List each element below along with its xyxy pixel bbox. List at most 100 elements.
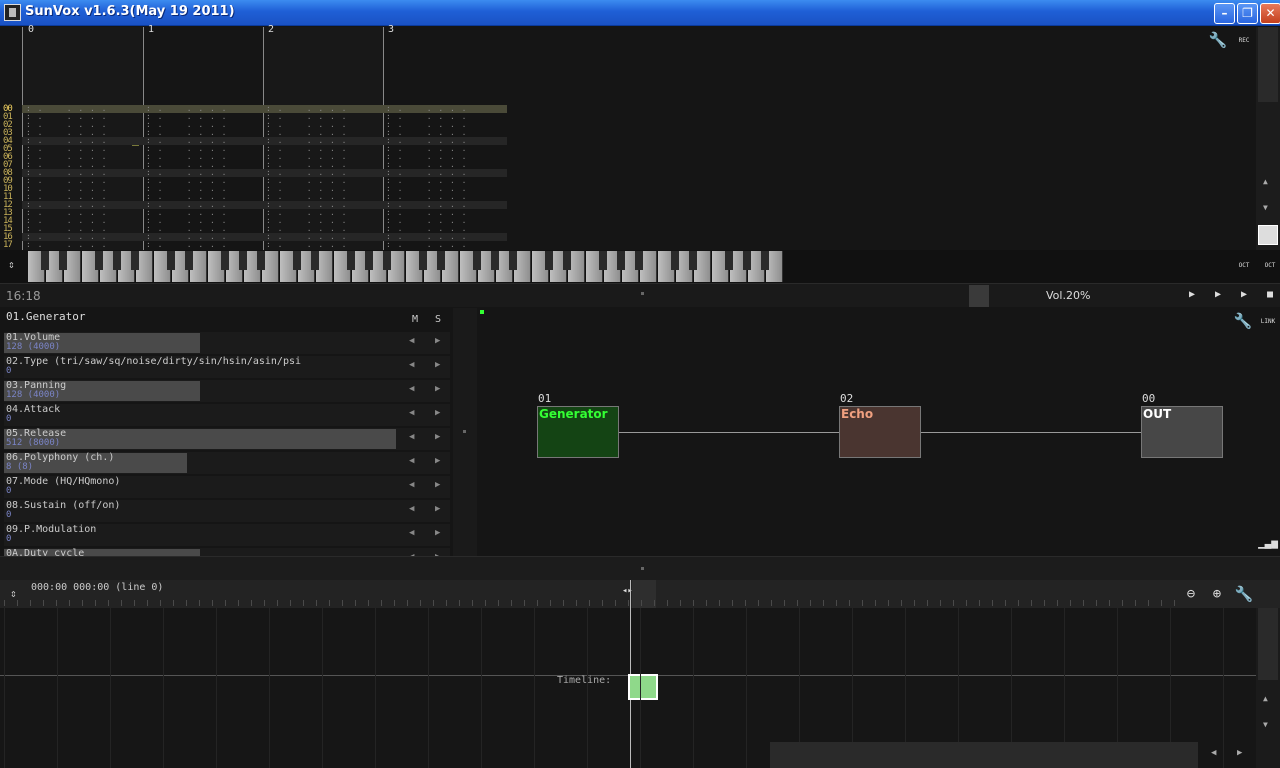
timeline-vertical-scrollbar[interactable]: ▲ ▼ <box>1256 608 1280 768</box>
volume-slider-handle[interactable] <box>969 285 989 307</box>
module-output[interactable]: OUT <box>1141 406 1223 458</box>
decrement-arrow-icon[interactable]: ◀ <box>409 432 414 442</box>
increment-arrow-icon[interactable]: ▶ <box>435 480 440 490</box>
decrement-arrow-icon[interactable]: ◀ <box>409 456 414 466</box>
play-from-start-button[interactable]: ▶ <box>1185 288 1199 302</box>
module-echo[interactable]: Echo <box>839 406 921 458</box>
panel-splitter[interactable] <box>453 308 477 556</box>
piano-black-key[interactable] <box>509 251 517 270</box>
timeline-header[interactable]: ⇕ 000:00 000:00 (line 0) ◂▸ ⊖ ⊕ 🔧 <box>0 580 1280 608</box>
qr-pattern-icon[interactable] <box>1258 225 1278 245</box>
piano-black-key[interactable] <box>311 251 319 270</box>
timeline-toggle-icon[interactable]: ⇕ <box>10 587 17 600</box>
decrement-arrow-icon[interactable]: ◀ <box>409 528 414 538</box>
wrench-icon[interactable]: 🔧 <box>1232 310 1254 332</box>
increment-arrow-icon[interactable]: ▶ <box>435 456 440 466</box>
piano-black-key[interactable] <box>293 251 301 270</box>
scroll-up-icon[interactable]: ▲ <box>1263 694 1268 703</box>
piano-black-key[interactable] <box>491 251 499 270</box>
increment-arrow-icon[interactable]: ▶ <box>435 504 440 514</box>
wrench-icon[interactable]: 🔧 <box>1233 583 1255 605</box>
pattern-vertical-scrollbar[interactable]: ▲ ▼ <box>1256 27 1280 250</box>
increment-arrow-icon[interactable]: ▶ <box>435 408 440 418</box>
piano-keyboard[interactable]: ⇕ C4 C5 C6 C7 C8 C9 OCT OCT <box>0 250 1280 283</box>
piano-black-key[interactable] <box>365 251 373 270</box>
piano-black-key[interactable] <box>185 251 193 270</box>
increment-arrow-icon[interactable]: ▶ <box>435 432 440 442</box>
decrement-arrow-icon[interactable]: ◀ <box>409 504 414 514</box>
piano-black-key[interactable] <box>383 251 391 270</box>
piano-black-key[interactable] <box>599 251 607 270</box>
scroll-right-icon[interactable]: ▶ <box>1237 748 1242 758</box>
piano-black-key[interactable] <box>347 251 355 270</box>
controller-row[interactable]: 01.Volume 128 (4000) ◀ ▶ <box>4 332 450 354</box>
piano-black-key[interactable] <box>113 251 121 270</box>
piano-black-key[interactable] <box>437 251 445 270</box>
panel-divider[interactable] <box>0 556 1280 580</box>
piano-black-key[interactable] <box>743 251 751 270</box>
increment-arrow-icon[interactable]: ▶ <box>435 360 440 370</box>
octave-up-button[interactable]: OCT <box>1259 255 1280 277</box>
pattern-cell[interactable]: : . . . . . <box>146 241 227 249</box>
maximize-button[interactable]: ❐ <box>1237 3 1258 24</box>
controller-row[interactable]: 07.Mode (HQ/HQmono) 0 ◀ ▶ <box>4 476 450 498</box>
decrement-arrow-icon[interactable]: ◀ <box>409 336 414 346</box>
decrement-arrow-icon[interactable]: ◀ <box>409 384 414 394</box>
controller-row[interactable]: 03.Panning 128 (4000) ◀ ▶ <box>4 380 450 402</box>
increment-arrow-icon[interactable]: ▶ <box>435 384 440 394</box>
piano-black-key[interactable] <box>131 251 139 270</box>
controller-row[interactable]: 05.Release 512 (8000) ◀ ▶ <box>4 428 450 450</box>
piano-black-key[interactable] <box>617 251 625 270</box>
controller-row[interactable]: 06.Polyphony (ch.) 8 (8) ◀ ▶ <box>4 452 450 474</box>
scroll-thumb[interactable] <box>1258 27 1278 102</box>
controller-row[interactable]: 08.Sustain (off/on) 0 ◀ ▶ <box>4 500 450 522</box>
decrement-arrow-icon[interactable]: ◀ <box>409 480 414 490</box>
mute-button[interactable]: M <box>412 314 418 325</box>
piano-black-key[interactable] <box>239 251 247 270</box>
scroll-down-icon[interactable]: ▼ <box>1263 720 1268 729</box>
increment-arrow-icon[interactable]: ▶ <box>435 528 440 538</box>
controller-row[interactable]: 04.Attack 0 ◀ ▶ <box>4 404 450 426</box>
pattern-cell[interactable]: : . . . . . <box>386 241 467 249</box>
piano-toggle-icon[interactable]: ⇕ <box>8 258 15 271</box>
octave-down-button[interactable]: OCT <box>1233 255 1255 277</box>
pattern-cell[interactable]: : . . . . . <box>26 241 107 249</box>
scroll-thumb[interactable] <box>1258 608 1278 680</box>
scroll-down-icon[interactable]: ▼ <box>1263 203 1268 212</box>
module-generator[interactable]: Generator <box>537 406 619 458</box>
decrement-arrow-icon[interactable]: ◀ <box>409 408 414 418</box>
wrench-icon[interactable]: 🔧 <box>1207 29 1229 51</box>
pattern-editor[interactable]: 0 1 2 3 🔧 REC 00: . . . . .: . . . . .: … <box>0 24 1256 250</box>
piano-black-key[interactable] <box>689 251 697 270</box>
module-view[interactable]: 01 Generator 02 Echo 00 OUT <box>478 308 1256 556</box>
solo-button[interactable]: S <box>435 314 441 325</box>
timeline-pattern-block[interactable] <box>628 674 658 700</box>
resize-grip[interactable] <box>641 567 644 570</box>
pattern-cell[interactable]: : . . . . . <box>266 241 347 249</box>
zoom-out-icon[interactable]: ⊖ <box>1180 583 1202 605</box>
piano-black-key[interactable] <box>167 251 175 270</box>
piano-black-key[interactable] <box>95 251 103 270</box>
zoom-in-icon[interactable]: ⊕ <box>1206 583 1228 605</box>
play-pattern-button[interactable]: ▶ <box>1237 288 1251 302</box>
play-button[interactable]: ▶ <box>1211 288 1225 302</box>
scroll-up-icon[interactable]: ▲ <box>1263 177 1268 186</box>
piano-black-key[interactable] <box>545 251 553 270</box>
splitter-grip[interactable] <box>463 430 466 433</box>
piano-black-key[interactable] <box>257 251 265 270</box>
levels-icon[interactable]: ▁▃▅ <box>1257 532 1279 554</box>
stop-button[interactable]: ■ <box>1263 288 1277 302</box>
piano-black-key[interactable] <box>635 251 643 270</box>
piano-black-key[interactable] <box>725 251 733 270</box>
piano-black-key[interactable] <box>41 251 49 270</box>
piano-black-key[interactable] <box>563 251 571 270</box>
piano-black-key[interactable] <box>761 251 769 270</box>
app-icon[interactable] <box>4 4 21 21</box>
scroll-left-icon[interactable]: ◀ <box>1211 748 1216 758</box>
playhead-region[interactable] <box>632 580 656 608</box>
piano-black-key[interactable] <box>419 251 427 270</box>
piano-black-key[interactable] <box>221 251 229 270</box>
increment-arrow-icon[interactable]: ▶ <box>435 336 440 346</box>
piano-black-key[interactable] <box>671 251 679 270</box>
piano-black-key[interactable] <box>473 251 481 270</box>
